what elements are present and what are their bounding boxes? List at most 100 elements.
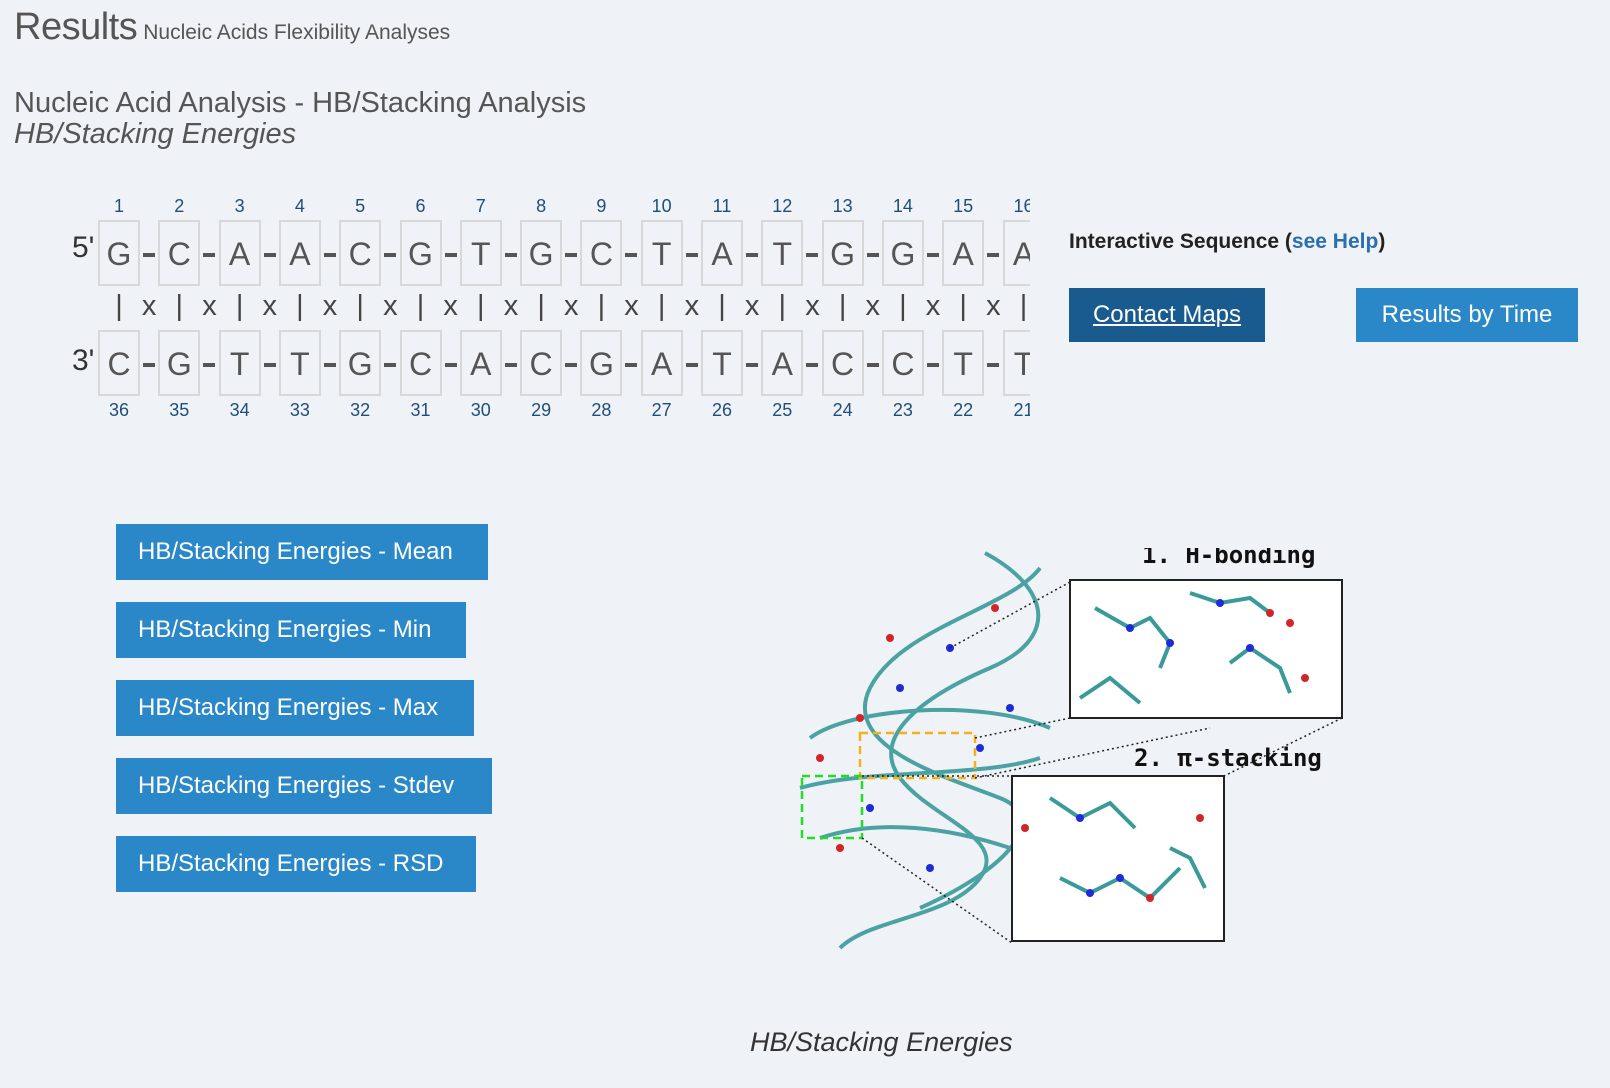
backbone-link: [263, 363, 276, 367]
backbone-link: [384, 363, 397, 367]
base-bottom-15[interactable]: T: [942, 330, 985, 396]
hb-stacking-figure: 1. H-bonding 2. π-stacking: [799, 548, 1343, 950]
backbone-link: [806, 363, 819, 367]
base-number-top: 10: [651, 196, 672, 216]
backbone-link: [926, 363, 939, 367]
stacking-mark: x: [684, 290, 700, 322]
stacking-mark: x: [986, 290, 1001, 322]
base-bottom-16[interactable]: T: [1002, 330, 1030, 396]
energies-max-button[interactable]: HB/Stacking Energies - Max: [116, 680, 474, 736]
energies-stdev-button[interactable]: HB/Stacking Energies - Stdev: [116, 758, 492, 814]
page-title: Results: [14, 6, 138, 48]
base-number-top: 14: [892, 196, 913, 216]
base-pair-bar: |: [356, 290, 364, 322]
pi-stacking-inset: [1011, 775, 1225, 942]
base-pair-bar: |: [657, 290, 666, 322]
base-number-bottom: 25: [772, 400, 793, 420]
base-pair-bar: |: [416, 290, 425, 322]
base-number-top: 12: [772, 196, 793, 216]
base-bottom-5[interactable]: G: [339, 330, 382, 396]
energies-mean-button[interactable]: HB/Stacking Energies - Mean: [116, 524, 488, 580]
backbone-link: [504, 363, 517, 367]
base-bottom-2[interactable]: G: [158, 330, 201, 396]
interactive-label-end: ): [1378, 230, 1386, 253]
h-bonding-inset: [1069, 579, 1343, 719]
base-number-bottom: 36: [108, 400, 130, 420]
base-number-top: 6: [415, 196, 426, 216]
base-top-6[interactable]: G: [399, 220, 442, 286]
base-number-bottom: 30: [470, 400, 491, 420]
base-pair-bar: |: [175, 290, 184, 322]
base-top-11[interactable]: A: [701, 220, 743, 286]
base-top-5[interactable]: C: [339, 220, 382, 286]
base-pair-bar: |: [959, 290, 967, 322]
backbone-link: [323, 363, 336, 367]
base-number-top: 3: [234, 196, 245, 216]
stacking-mark: x: [624, 290, 639, 322]
base-number-top: 13: [832, 196, 853, 216]
base-number-bottom: 24: [832, 400, 853, 420]
base-top-2[interactable]: C: [158, 220, 201, 286]
backbone-link: [504, 253, 517, 257]
stacking-mark: x: [202, 290, 217, 322]
base-bottom-11[interactable]: T: [701, 330, 743, 396]
backbone-link: [987, 363, 1000, 367]
base-number-bottom: 26: [711, 400, 733, 420]
base-bottom-14[interactable]: C: [881, 330, 924, 396]
backbone-link: [143, 253, 155, 257]
base-number-top: 16: [1013, 196, 1030, 216]
base-top-1[interactable]: G: [98, 220, 140, 286]
results-by-time-button[interactable]: Results by Time: [1356, 288, 1578, 342]
base-bottom-12[interactable]: A: [761, 330, 804, 396]
base-top-10[interactable]: T: [640, 220, 683, 286]
base-top-14[interactable]: G: [881, 220, 924, 286]
base-top-9[interactable]: C: [580, 220, 623, 286]
backbone-link: [444, 363, 457, 367]
base-top-15[interactable]: A: [942, 220, 985, 286]
interactive-sequence: 5' 3' 1 G C 36 2 C G 35 3 A T 34 4 A T 33 5 C G 32 6 G C 31 7 T A 3…: [70, 196, 1030, 426]
backbone-link: [685, 253, 698, 257]
base-bottom-7[interactable]: A: [459, 330, 502, 396]
base-bottom-13[interactable]: C: [821, 330, 864, 396]
base-bottom-8[interactable]: C: [520, 330, 563, 396]
base-top-3[interactable]: A: [218, 220, 261, 286]
backbone-link: [987, 253, 1000, 257]
base-number-bottom: 21: [1013, 400, 1030, 420]
base-number-top: 4: [294, 196, 305, 216]
energies-rsd-button[interactable]: HB/Stacking Energies - RSD: [116, 836, 476, 892]
base-pair-bar: |: [778, 290, 787, 322]
base-pair-bar: |: [838, 290, 847, 322]
backbone-link: [143, 363, 155, 367]
base-bottom-4[interactable]: T: [278, 330, 321, 396]
base-bottom-1[interactable]: C: [98, 330, 140, 396]
stacking-mark: x: [865, 290, 881, 322]
base-bottom-6[interactable]: C: [399, 330, 442, 396]
base-pair-bar: |: [537, 290, 545, 322]
backbone-link: [263, 253, 276, 257]
base-bottom-9[interactable]: G: [580, 330, 623, 396]
backbone-link: [926, 253, 939, 257]
base-top-4[interactable]: A: [278, 220, 321, 286]
base-top-12[interactable]: T: [761, 220, 804, 286]
base-top-8[interactable]: G: [520, 220, 563, 286]
stacking-mark: x: [141, 290, 157, 322]
contact-maps-button[interactable]: Contact Maps: [1069, 288, 1265, 342]
base-bottom-10[interactable]: A: [640, 330, 683, 396]
see-help-link[interactable]: see Help: [1292, 230, 1378, 253]
base-number-bottom: 23: [892, 400, 913, 420]
stacking-mark: x: [383, 290, 398, 322]
strand-5-label: 5': [72, 231, 95, 264]
base-number-bottom: 29: [531, 400, 552, 420]
base-top-13[interactable]: G: [821, 220, 864, 286]
base-number-top: 5: [355, 196, 366, 216]
energies-min-button[interactable]: HB/Stacking Energies - Min: [116, 602, 466, 658]
backbone-link: [866, 253, 879, 257]
base-number-top: 7: [475, 196, 486, 216]
backbone-link: [444, 253, 457, 257]
base-top-7[interactable]: T: [459, 220, 502, 286]
base-number-top: 11: [712, 196, 732, 216]
page-subtitle: Nucleic Acids Flexibility Analyses: [143, 21, 451, 44]
base-top-16[interactable]: A: [1002, 220, 1030, 286]
base-number-bottom: 22: [953, 400, 974, 420]
base-bottom-3[interactable]: T: [218, 330, 261, 396]
